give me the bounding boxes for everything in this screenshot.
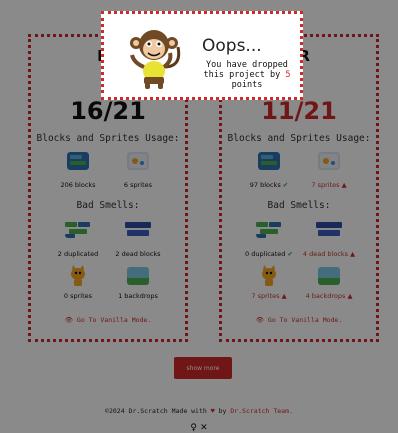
dialog-title: Oops... (202, 36, 262, 56)
dialog-line-2-text: this project by (203, 70, 281, 80)
dialog-line-2: this project by 5 (188, 70, 306, 80)
dialog-message: You have dropped this project by 5 point… (188, 60, 306, 90)
score-drop-dialog: Oops... You have dropped this project by… (101, 11, 303, 100)
monkey-mascot-icon (130, 30, 181, 89)
dialog-line-3: points (231, 80, 263, 90)
dialog-line-1: You have dropped (206, 60, 288, 70)
points-value: 5 (285, 70, 291, 80)
